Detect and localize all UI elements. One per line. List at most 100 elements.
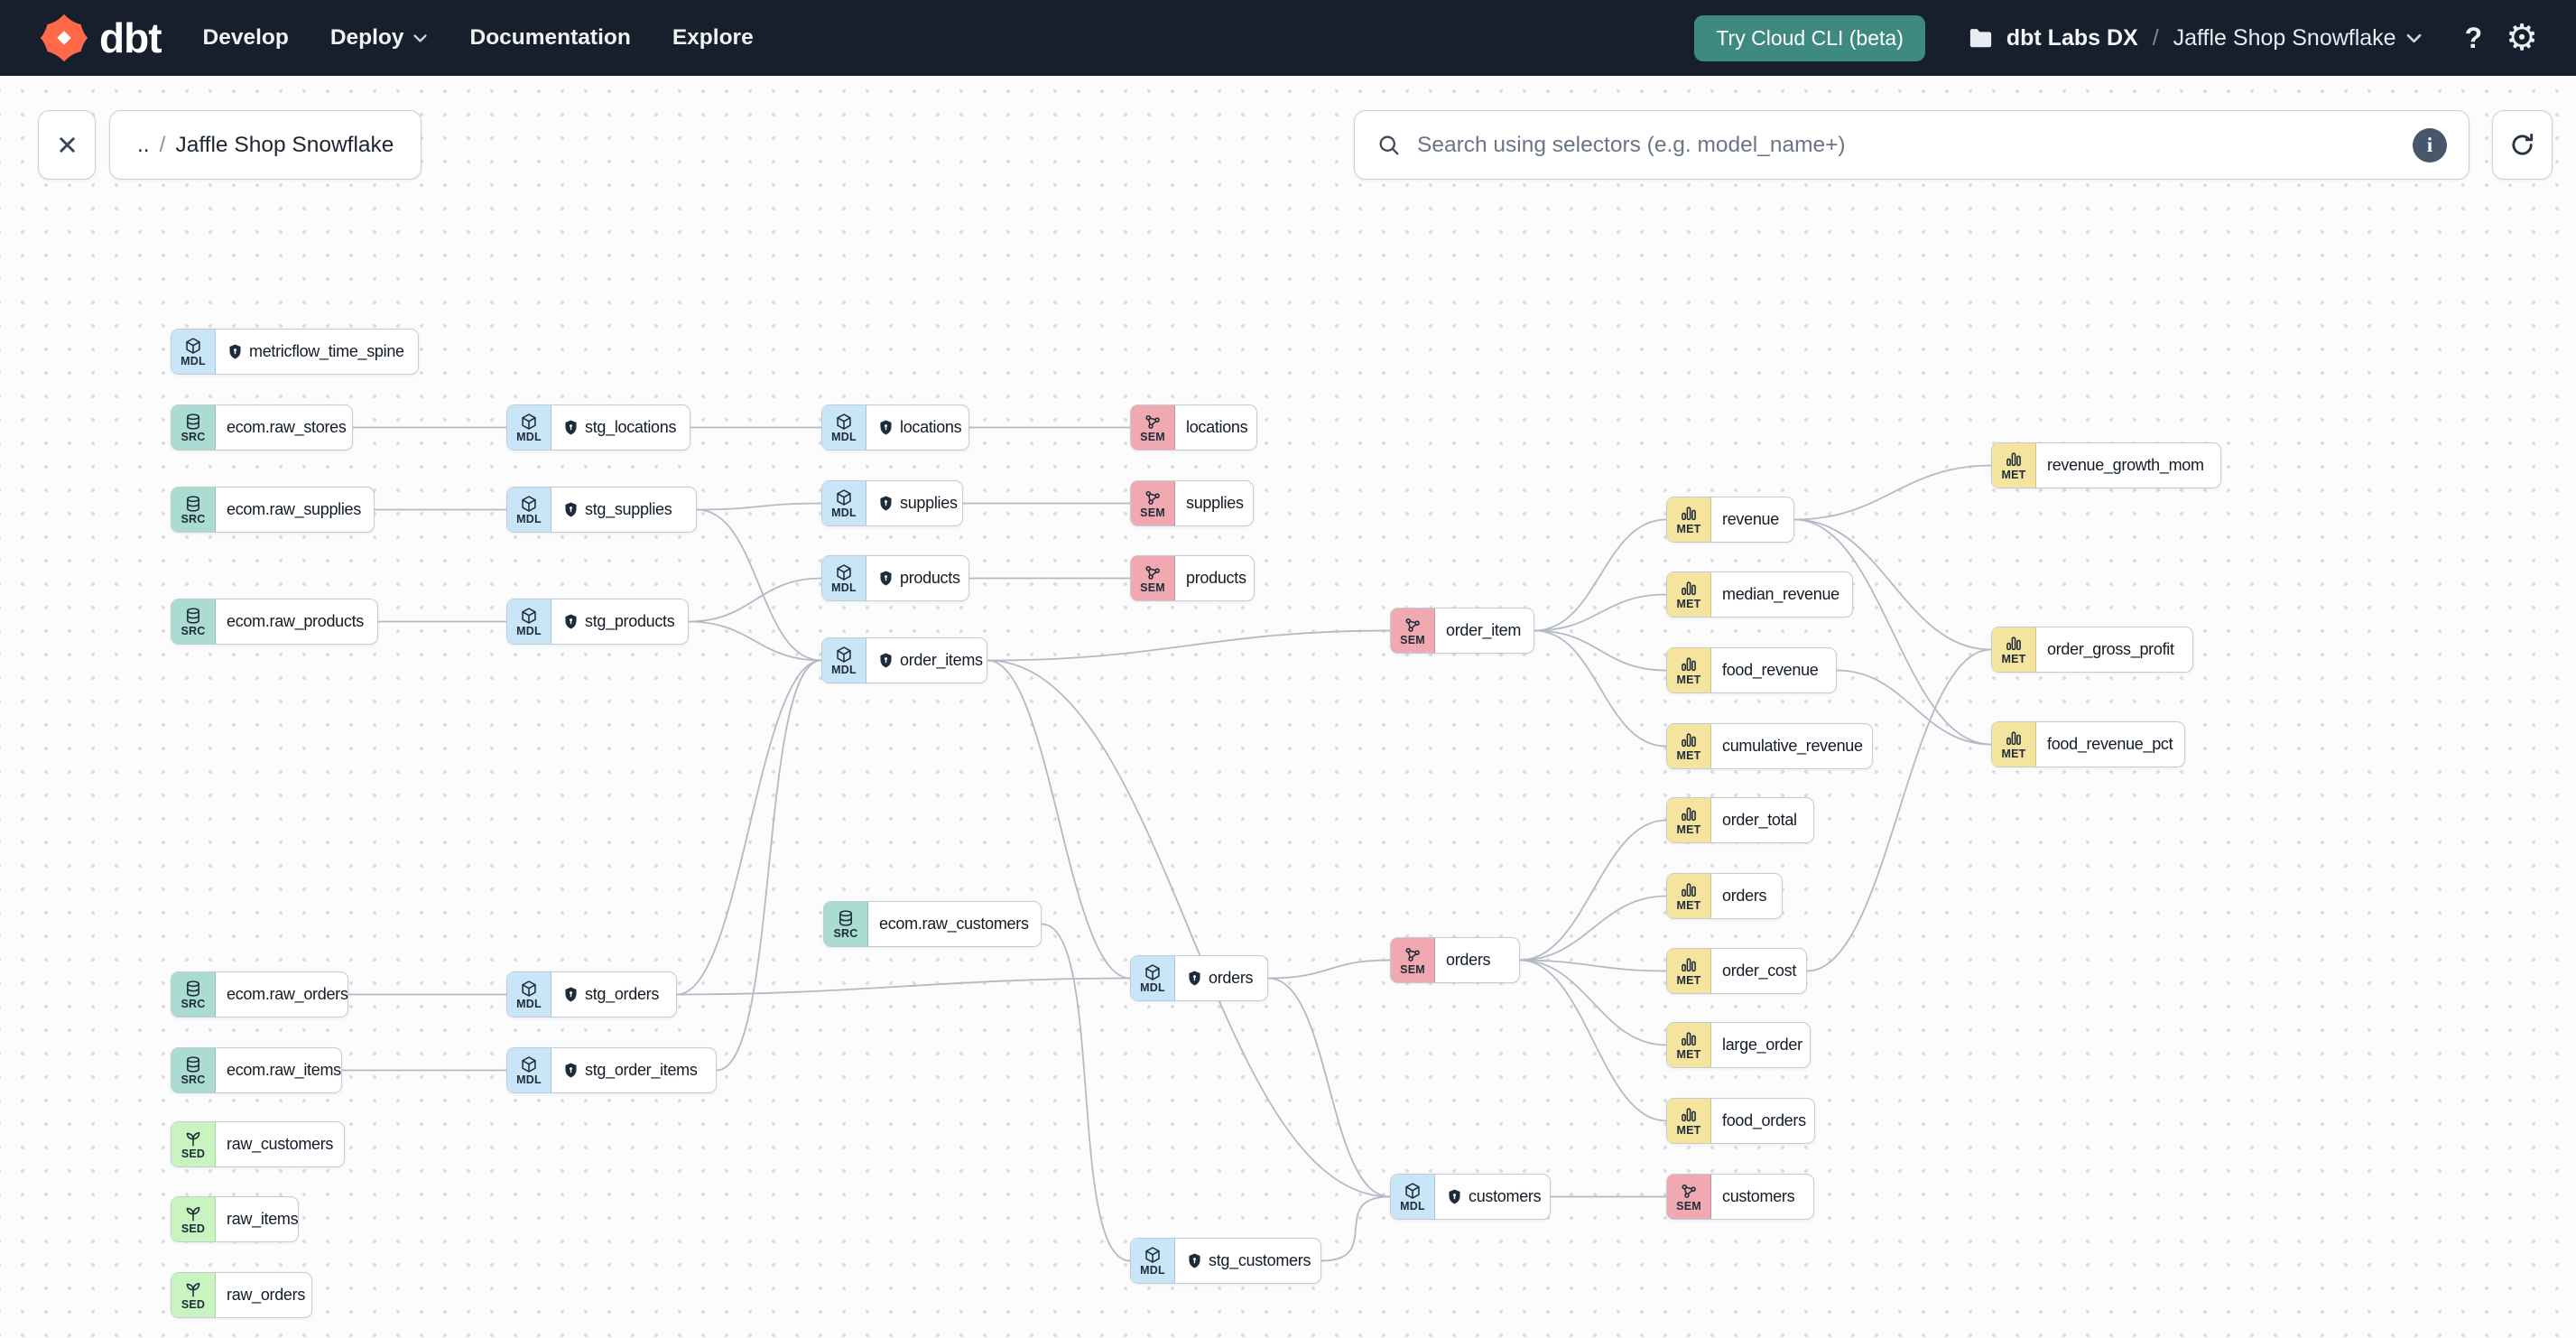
- account-name[interactable]: dbt Labs DX: [2006, 25, 2138, 51]
- chevron-down-icon[interactable]: [2405, 29, 2423, 48]
- graph-node-met_food_orders[interactable]: MET food_orders: [1666, 1098, 1815, 1144]
- graph-node-mdl_metricflow_time_spine[interactable]: MDL metricflow_time_spine: [171, 329, 419, 375]
- src-badge: SRC: [171, 1048, 216, 1092]
- graph-node-met_revenue_growth_mom[interactable]: MET revenue_growth_mom: [1991, 442, 2221, 488]
- graph-node-sem_orders[interactable]: SEM orders: [1390, 937, 1520, 983]
- graph-node-src_ecom_raw_supplies[interactable]: SRC ecom.raw_supplies: [171, 487, 375, 533]
- search-input[interactable]: [1415, 131, 2399, 159]
- src-badge: SRC: [171, 599, 216, 644]
- breadcrumb[interactable]: .. / Jaffle Shop Snowflake: [109, 110, 422, 180]
- graph-node-met_median_revenue[interactable]: MET median_revenue: [1666, 571, 1853, 618]
- cube-icon: [520, 495, 538, 513]
- nav-item-deploy[interactable]: Deploy: [330, 25, 429, 51]
- graph-node-met_food_revenue[interactable]: MET food_revenue: [1666, 647, 1837, 693]
- project-selector[interactable]: Jaffle Shop Snowflake: [2173, 25, 2396, 51]
- breadcrumb-separator: /: [159, 132, 166, 157]
- graph-node-mdl_stg_supplies[interactable]: MDL stg_supplies: [506, 487, 697, 533]
- node-body: cumulative_revenue: [1711, 724, 1871, 768]
- node-label: stg_orders: [585, 985, 660, 1003]
- graph-node-met_order_total[interactable]: MET order_total: [1666, 797, 1814, 843]
- graph-node-mdl_stg_locations[interactable]: MDL stg_locations: [506, 404, 690, 451]
- graph-node-sed_raw_orders[interactable]: SED raw_orders: [171, 1272, 312, 1318]
- node-type-label: MDL: [516, 1073, 542, 1086]
- graph-node-sem_order_item[interactable]: SEM order_item: [1390, 608, 1534, 654]
- node-label: metricflow_time_spine: [249, 342, 404, 360]
- graph-node-src_ecom_raw_products[interactable]: SRC ecom.raw_products: [171, 599, 378, 645]
- metric-bars-icon: [1680, 731, 1698, 749]
- mdl-badge: MDL: [507, 599, 551, 644]
- node-type-label: MDL: [516, 997, 542, 1010]
- node-type-label: MET: [1676, 597, 1701, 610]
- graph-node-sed_raw_items[interactable]: SED raw_items: [171, 1196, 299, 1242]
- shield-icon: [562, 419, 579, 436]
- cube-icon: [520, 1055, 538, 1073]
- graph-node-mdl_stg_customers[interactable]: MDL stg_customers: [1130, 1238, 1321, 1284]
- database-icon: [184, 980, 202, 998]
- graph-node-mdl_stg_order_items[interactable]: MDL stg_order_items: [506, 1047, 717, 1093]
- sed-badge: SED: [171, 1122, 216, 1166]
- mdl-badge: MDL: [507, 972, 551, 1017]
- node-type-label: SEM: [1676, 1199, 1701, 1213]
- node-type-label: SRC: [833, 926, 858, 940]
- graph-node-met_orders[interactable]: MET orders: [1666, 873, 1783, 919]
- info-icon[interactable]: i: [2413, 127, 2447, 163]
- node-label: stg_order_items: [585, 1061, 698, 1079]
- node-label: stg_products: [585, 612, 675, 630]
- graph-node-mdl_locations[interactable]: MDL locations: [821, 404, 969, 451]
- graph-node-met_food_revenue_pct[interactable]: MET food_revenue_pct: [1991, 721, 2185, 767]
- nav-item-develop[interactable]: Develop: [203, 25, 289, 51]
- node-body: locations: [866, 405, 969, 450]
- mdl-badge: MDL: [1131, 956, 1175, 1000]
- node-label: median_revenue: [1722, 585, 1839, 603]
- node-body: supplies: [1175, 481, 1252, 525]
- try-cloud-cli-button[interactable]: Try Cloud CLI (beta): [1694, 14, 1925, 61]
- graph-node-met_cumulative_revenue[interactable]: MET cumulative_revenue: [1666, 723, 1873, 769]
- graph-node-mdl_stg_orders[interactable]: MDL stg_orders: [506, 971, 677, 1017]
- graph-node-sem_supplies[interactable]: SEM supplies: [1130, 480, 1254, 526]
- graph-node-met_order_cost[interactable]: MET order_cost: [1666, 948, 1807, 994]
- graph-node-mdl_orders[interactable]: MDL orders: [1130, 955, 1268, 1001]
- graph-node-met_order_gross_profit[interactable]: MET order_gross_profit: [1991, 627, 2193, 673]
- gear-icon[interactable]: ⚙: [2506, 20, 2538, 56]
- nav-item-documentation[interactable]: Documentation: [470, 25, 631, 51]
- cube-icon: [1144, 963, 1162, 981]
- node-body: metricflow_time_spine: [216, 330, 412, 374]
- graph-node-sed_raw_customers[interactable]: SED raw_customers: [171, 1121, 345, 1167]
- node-type-label: MDL: [516, 624, 542, 637]
- node-label: revenue_growth_mom: [2047, 456, 2204, 474]
- node-type-label: MDL: [831, 506, 857, 519]
- nav-item-explore[interactable]: Explore: [672, 25, 754, 51]
- shield-icon: [562, 986, 579, 1003]
- selector-search: i: [1354, 110, 2469, 180]
- dbt-logo[interactable]: dbt: [38, 12, 162, 64]
- graph-node-sem_locations[interactable]: SEM locations: [1130, 404, 1257, 451]
- breadcrumb-up[interactable]: ..: [137, 133, 150, 158]
- graph-node-mdl_supplies[interactable]: MDL supplies: [821, 480, 963, 526]
- graph-node-src_ecom_raw_customers[interactable]: SRC ecom.raw_customers: [823, 901, 1042, 947]
- graph-node-met_large_order[interactable]: MET large_order: [1666, 1022, 1811, 1068]
- graph-node-mdl_stg_products[interactable]: MDL stg_products: [506, 599, 689, 645]
- cube-icon: [835, 646, 853, 664]
- node-body: ecom.raw_items: [216, 1048, 349, 1092]
- graph-node-met_revenue[interactable]: MET revenue: [1666, 497, 1794, 543]
- node-type-label: MDL: [516, 430, 542, 443]
- graph-node-src_ecom_raw_orders[interactable]: SRC ecom.raw_orders: [171, 971, 348, 1017]
- node-body: ecom.raw_products: [216, 599, 372, 644]
- graph-node-sem_customers[interactable]: SEM customers: [1666, 1174, 1814, 1220]
- node-label: orders: [1209, 969, 1254, 987]
- graph-node-mdl_products[interactable]: MDL products: [821, 555, 969, 601]
- graph-node-src_ecom_raw_items[interactable]: SRC ecom.raw_items: [171, 1047, 342, 1093]
- refresh-button[interactable]: [2492, 110, 2553, 180]
- graph-node-src_ecom_raw_stores[interactable]: SRC ecom.raw_stores: [171, 404, 353, 451]
- node-label: order_items: [900, 651, 983, 669]
- mdl-badge: MDL: [822, 638, 866, 683]
- node-body: customers: [1711, 1175, 1802, 1219]
- graph-node-mdl_order_items[interactable]: MDL order_items: [821, 637, 987, 683]
- graph-node-mdl_customers[interactable]: MDL customers: [1390, 1174, 1551, 1220]
- cube-icon: [520, 980, 538, 998]
- help-icon[interactable]: ?: [2465, 23, 2483, 52]
- shield-icon: [562, 501, 579, 518]
- close-button[interactable]: [38, 110, 96, 180]
- graph-node-sem_products[interactable]: SEM products: [1130, 555, 1255, 601]
- node-type-label: SEM: [1400, 633, 1425, 646]
